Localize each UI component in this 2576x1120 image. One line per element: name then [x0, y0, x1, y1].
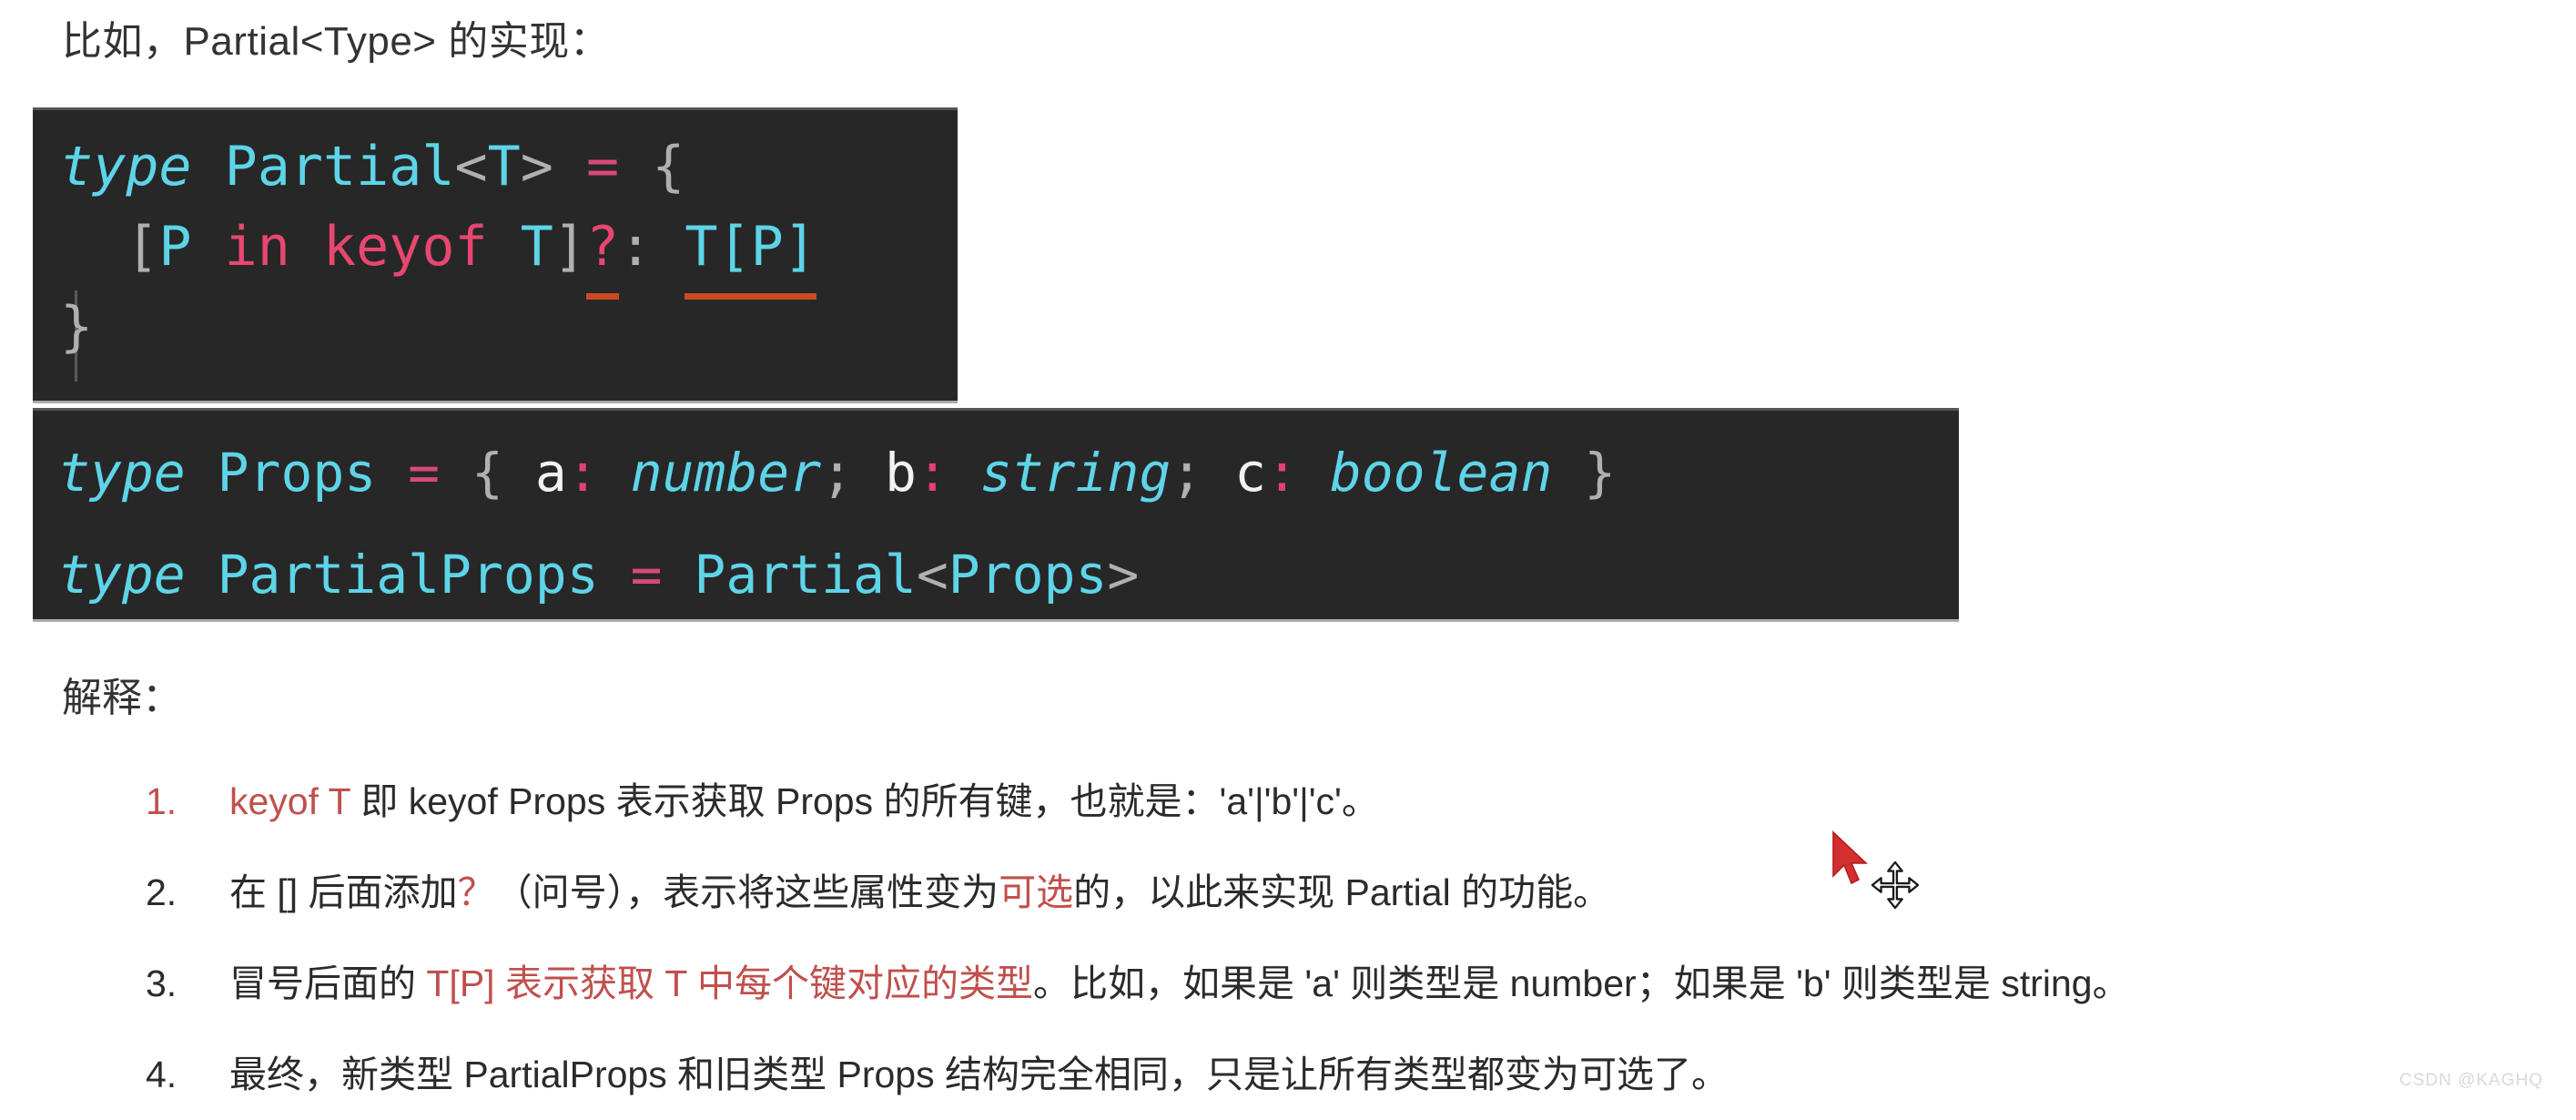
- code-token: ]: [553, 215, 586, 279]
- list-item-text: keyof T 即 keyof Props 表示获取 Props 的所有键，也就…: [229, 756, 1379, 847]
- list-item-segment: 在 [] 后面添加: [229, 871, 458, 913]
- code-token: }: [1584, 442, 1617, 504]
- list-item-text: 在 [] 后面添加？（问号），表示将这些属性变为可选的，以此来实现 Partia…: [229, 847, 1610, 938]
- code-token: number: [630, 442, 822, 504]
- code-token: :: [566, 442, 599, 504]
- code-token: {: [471, 442, 503, 504]
- list-item: 1. keyof T 即 keyof Props 表示获取 Props 的所有键，…: [146, 756, 2567, 847]
- code-token: keyof: [323, 215, 488, 279]
- code-token: >: [1107, 544, 1140, 606]
- code-token: in: [224, 215, 290, 279]
- code-token: a: [534, 442, 567, 504]
- code-token: :: [1266, 442, 1298, 504]
- list-item-segment: 即 keyof Props 表示获取 Props 的所有键，也就是：'a'|'b…: [350, 780, 1379, 822]
- code-token: =: [586, 135, 620, 199]
- code-token: :: [619, 215, 653, 279]
- list-item: 3. 冒号后面的 T[P] 表示获取 T 中每个键对应的类型。比如，如果是 'a'…: [146, 938, 2567, 1029]
- list-item-number: 2.: [146, 871, 177, 913]
- code-line: type Props = { a: number; b: string; c: …: [33, 422, 1959, 524]
- list-item-segment: 可选: [999, 871, 1074, 913]
- code-token: c: [1234, 442, 1266, 504]
- code-line: }: [33, 287, 958, 367]
- code-token: ;: [821, 442, 854, 504]
- code-token: =: [630, 544, 663, 606]
- code-token: <: [454, 135, 488, 199]
- code-token: [: [126, 215, 159, 279]
- code-token: T: [520, 215, 553, 279]
- list-item-segment: keyof T: [229, 780, 350, 822]
- code-block-props-example: type Props = { a: number; b: string; c: …: [33, 408, 1959, 622]
- code-token: P: [158, 215, 192, 279]
- list-item-number: 4.: [146, 1054, 177, 1095]
- code-token: <: [916, 544, 948, 606]
- list-item-segment: T[P] 表示获取 T 中每个键对应的类型: [426, 962, 1034, 1004]
- explanation-list: 1. keyof T 即 keyof Props 表示获取 Props 的所有键，…: [146, 756, 2567, 1120]
- code-block-partial-definition: type Partial<T> = { [P in keyof T]?: T[P…: [33, 107, 958, 403]
- list-item-number: 3.: [146, 962, 177, 1004]
- code-token: ?: [586, 207, 620, 300]
- list-item-segment: 。比如，如果是 'a' 则类型是 number；如果是 'b' 则类型是 str…: [1033, 962, 2130, 1004]
- list-item-segment: 最终，新类型 PartialProps 和旧类型 Props 结构完全相同，只是…: [229, 1054, 1729, 1095]
- code-token: ;: [1171, 442, 1203, 504]
- code-token: PartialProps: [217, 544, 599, 606]
- intro-paragraph: 比如，Partial<Type> 的实现：: [62, 19, 611, 64]
- code-token: type: [60, 135, 192, 199]
- list-item-segment: （问号），表示将这些属性变为: [494, 871, 999, 913]
- code-token: Props: [217, 442, 377, 504]
- code-token: Partial: [694, 544, 917, 606]
- list-item: 4. 最终，新类型 PartialProps 和旧类型 Props 结构完全相同，…: [146, 1029, 2567, 1120]
- code-token: =: [408, 442, 441, 504]
- code-line: type PartialProps = Partial<Props>: [33, 524, 1959, 619]
- code-token: Props: [948, 544, 1108, 606]
- code-token: {: [652, 135, 685, 199]
- code-line: type Partial<T> = {: [33, 127, 958, 207]
- list-item-text: 最终，新类型 PartialProps 和旧类型 Props 结构完全相同，只是…: [229, 1029, 1729, 1120]
- code-token: >: [520, 135, 553, 199]
- code-token: :: [916, 442, 948, 504]
- watermark: CSDN @KAGHQ: [2399, 1071, 2543, 1090]
- code-token: b: [884, 442, 917, 504]
- code-token: string: [979, 442, 1171, 504]
- code-line: [P in keyof T]?: T[P]: [33, 207, 958, 300]
- list-item-segment: 冒号后面的: [229, 962, 427, 1004]
- list-item-text: 冒号后面的 T[P] 表示获取 T 中每个键对应的类型。比如，如果是 'a' 则…: [229, 938, 2130, 1029]
- list-item-number: 1.: [146, 780, 177, 822]
- list-item-segment: 的，以此来实现 Partial 的功能。: [1073, 871, 1611, 913]
- code-token: type: [58, 442, 186, 504]
- list-item-segment: ？: [457, 871, 495, 913]
- list-item: 2. 在 [] 后面添加？（问号），表示将这些属性变为可选的，以此来实现 Part…: [146, 847, 2567, 938]
- explanation-heading: 解释：: [62, 676, 182, 720]
- code-token: boolean: [1329, 442, 1553, 504]
- code-token: type: [58, 544, 186, 606]
- code-token: T[P]: [685, 207, 816, 300]
- code-token: T: [487, 135, 521, 199]
- code-token: Partial: [224, 135, 455, 199]
- code-token: }: [60, 295, 94, 359]
